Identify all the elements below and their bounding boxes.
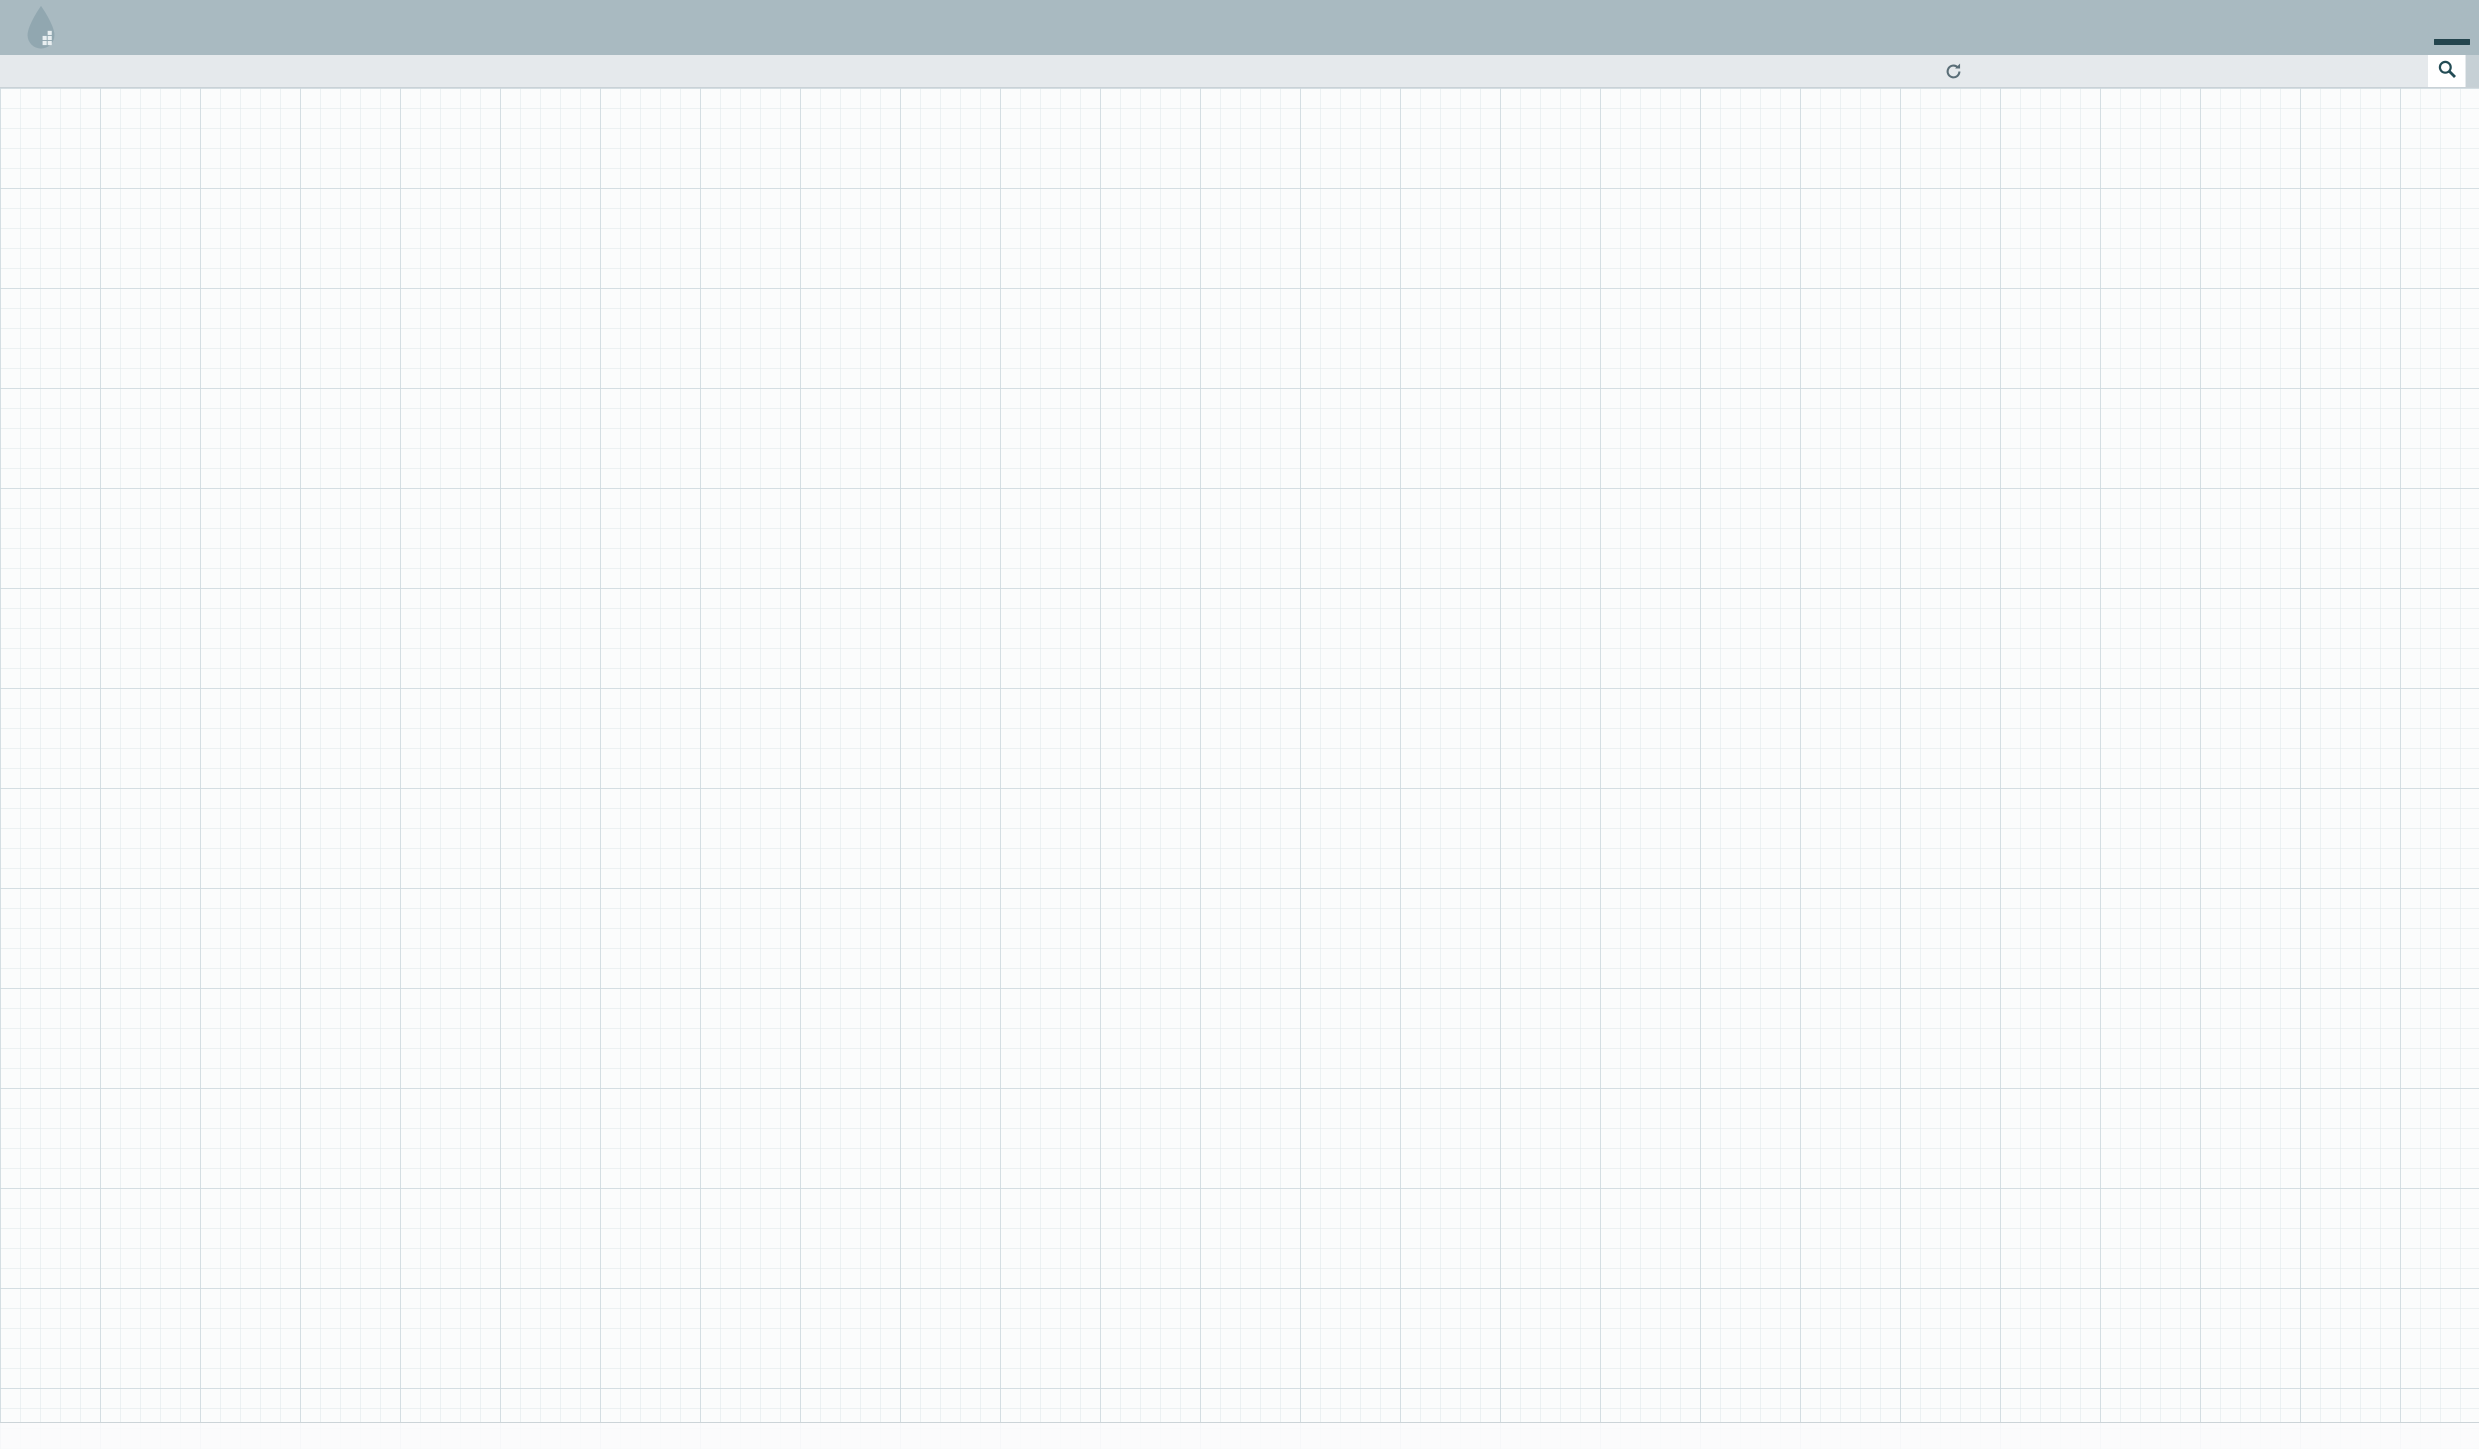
nifi-logo (20, 2, 60, 54)
nifi-drop-icon (22, 4, 60, 52)
search-button[interactable] (2428, 55, 2465, 87)
refresh-status (1944, 55, 1971, 87)
search-icon (2437, 59, 2457, 84)
global-menu-button[interactable] (2434, 10, 2470, 44)
flow-canvas[interactable] (0, 88, 2479, 1449)
breadcrumb-bar (0, 1422, 2479, 1449)
refresh-icon[interactable] (1944, 62, 1963, 81)
status-bar (0, 55, 2479, 88)
panel-edge (2466, 55, 2479, 87)
app-header (0, 0, 2479, 55)
nifi-app (0, 0, 2479, 1449)
